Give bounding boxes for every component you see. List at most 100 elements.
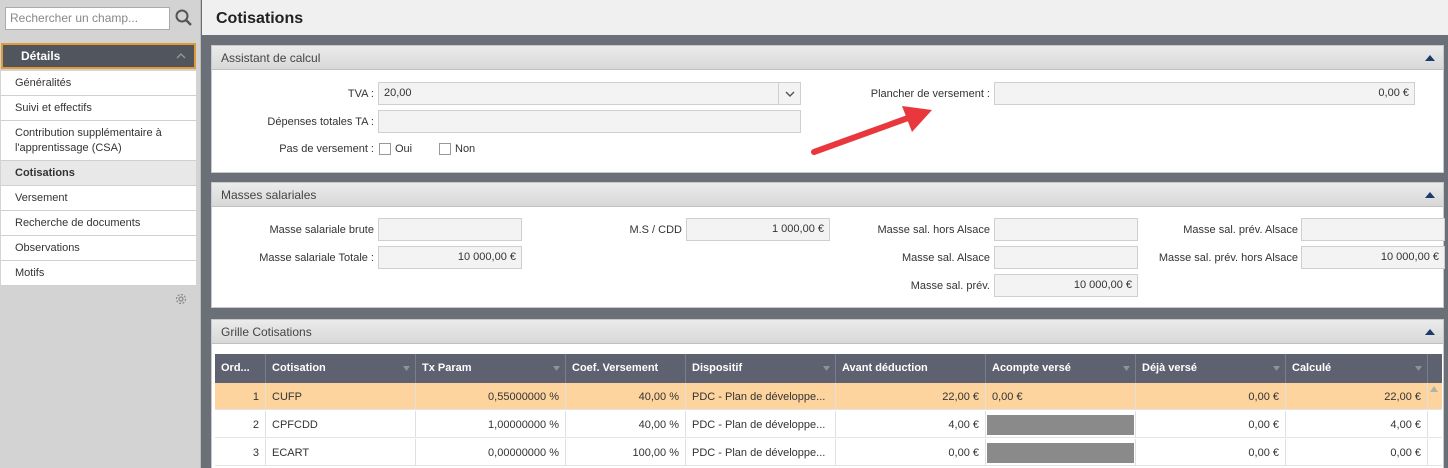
cell-coef: 40,00 %: [566, 411, 686, 438]
col-header-cotisation[interactable]: Cotisation: [266, 354, 416, 383]
cell-acompte-disabled: [987, 415, 1134, 435]
prev-field[interactable]: 10 000,00 €: [994, 274, 1138, 297]
sidebar-item-observations[interactable]: Observations: [1, 236, 196, 261]
cell-calcule: 4,00 €: [1286, 411, 1428, 438]
assistant-panel-header[interactable]: Assistant de calcul: [212, 46, 1443, 70]
sidebar-nav: Généralités Suivi et effectifs Contribut…: [1, 71, 196, 286]
hors-alsace-label: Masse sal. hors Alsace: [877, 224, 991, 236]
cell-cotisation: CPFCDD: [266, 411, 416, 438]
grille-panel-title: Grille Cotisations: [221, 325, 312, 339]
cell-calcule: 0,00 €: [1286, 439, 1428, 466]
depenses-field[interactable]: [378, 110, 801, 133]
prev-label: Masse sal. prév.: [910, 280, 990, 292]
cell-ordre: 2: [215, 411, 266, 438]
ms-cdd-label: M.S / CDD: [629, 224, 682, 236]
sidebar-item-suivi[interactable]: Suivi et effectifs: [1, 96, 196, 121]
cell-ordre: 3: [215, 439, 266, 466]
sort-icon: [1415, 366, 1422, 371]
chevron-down-icon[interactable]: [778, 83, 800, 104]
sort-icon: [823, 366, 830, 371]
sidebar-item-cotisations[interactable]: Cotisations: [1, 161, 196, 186]
sidebar-item-generalites[interactable]: Généralités: [1, 71, 196, 96]
col-header-tx-param[interactable]: Tx Param: [416, 354, 566, 383]
table-row[interactable]: 1 CUFP 0,55000000 % 40,00 % PDC - Plan d…: [215, 383, 1442, 410]
tva-value: 20,00: [384, 87, 412, 99]
sidebar-item-recherche-documents[interactable]: Recherche de documents: [1, 211, 196, 236]
table-row[interactable]: 3 ECART 0,00000000 % 100,00 % PDC - Plan…: [215, 439, 1442, 466]
cell-dispositif: PDC - Plan de développe...: [686, 439, 836, 466]
grille-panel: Grille Cotisations Ord... Cotisation Tx …: [211, 319, 1444, 468]
tva-label: TVA :: [347, 88, 374, 100]
cell-coef: 40,00 %: [566, 383, 686, 410]
col-header-dispositif[interactable]: Dispositif: [686, 354, 836, 383]
alsace-label: Masse sal. Alsace: [901, 252, 990, 264]
cell-acompte[interactable]: [986, 439, 1136, 466]
prev-alsace-field[interactable]: [1301, 218, 1445, 241]
cell-avant-deduction: 22,00 €: [836, 383, 986, 410]
non-label: Non: [455, 143, 476, 155]
ms-cdd-field[interactable]: 1 000,00 €: [686, 218, 830, 241]
alsace-field[interactable]: [994, 246, 1138, 269]
gear-icon[interactable]: [173, 291, 189, 307]
col-header-calcule[interactable]: Calculé: [1286, 354, 1428, 383]
cell-tx-param: 1,00000000 %: [416, 411, 566, 438]
oui-checkbox[interactable]: [379, 143, 391, 155]
cell-cotisation: CUFP: [266, 383, 416, 410]
vertical-scrollbar[interactable]: [1427, 380, 1441, 465]
page-title: Cotisations: [216, 10, 304, 27]
hors-alsace-field[interactable]: [994, 218, 1138, 241]
sort-icon: [1273, 366, 1280, 371]
page-header: Cotisations: [202, 0, 1448, 35]
sidebar-item-versement[interactable]: Versement: [1, 186, 196, 211]
cell-tx-param: 0,55000000 %: [416, 383, 566, 410]
cell-cotisation: ECART: [266, 439, 416, 466]
prev-hors-alsace-field[interactable]: 10 000,00 €: [1301, 246, 1445, 269]
col-header-avant-deduction[interactable]: Avant déduction: [836, 354, 986, 383]
col-header-ordre[interactable]: Ord...: [215, 354, 266, 383]
grid-header: Ord... Cotisation Tx Param Coef. Verseme…: [215, 354, 1442, 383]
cell-deja-verse: 0,00 €: [1136, 383, 1286, 410]
grille-panel-header[interactable]: Grille Cotisations: [212, 320, 1443, 344]
cell-acompte[interactable]: [986, 411, 1136, 438]
sidebar: Rechercher un champ... Détails Généralit…: [0, 0, 201, 468]
col-header-coef[interactable]: Coef. Versement: [566, 354, 686, 383]
oui-label: Oui: [395, 143, 413, 155]
search-icon[interactable]: [174, 8, 194, 28]
masses-panel-header[interactable]: Masses salariales: [212, 183, 1443, 207]
non-checkbox[interactable]: [439, 143, 451, 155]
depenses-label: Dépenses totales TA :: [267, 116, 374, 128]
table-row[interactable]: 2 CPFCDD 1,00000000 % 40,00 % PDC - Plan…: [215, 411, 1442, 438]
masses-panel-title: Masses salariales: [221, 188, 317, 202]
collapse-icon[interactable]: [1425, 192, 1435, 198]
plancher-field[interactable]: 0,00 €: [994, 82, 1415, 105]
prev-hors-alsace-label: Masse sal. prév. hors Alsace: [1158, 252, 1298, 264]
chevron-up-icon[interactable]: [173, 48, 189, 64]
cell-deja-verse: 0,00 €: [1136, 439, 1286, 466]
masses-panel: Masses salariales Masse salariale brute …: [211, 182, 1445, 308]
col-header-deja-verse[interactable]: Déjà versé: [1136, 354, 1286, 383]
sidebar-item-csa[interactable]: Contribution supplémentaire à l'apprenti…: [1, 121, 196, 161]
search-input[interactable]: Rechercher un champ...: [5, 7, 170, 30]
assistant-panel-title: Assistant de calcul: [221, 51, 321, 65]
cell-coef: 100,00 %: [566, 439, 686, 466]
ms-totale-field[interactable]: 10 000,00 €: [378, 246, 522, 269]
cell-avant-deduction: 4,00 €: [836, 411, 986, 438]
sort-icon: [1123, 366, 1130, 371]
prev-alsace-label: Masse sal. prév. Alsace: [1183, 224, 1298, 236]
tva-select[interactable]: 20,00: [378, 82, 801, 105]
col-header-acompte[interactable]: Acompte versé: [986, 354, 1136, 383]
cell-tx-param: 0,00000000 %: [416, 439, 566, 466]
cell-ordre: 1: [215, 383, 266, 410]
cell-acompte[interactable]: 0,00 €: [986, 383, 1136, 410]
collapse-icon[interactable]: [1425, 55, 1435, 61]
cell-dispositif: PDC - Plan de développe...: [686, 411, 836, 438]
cell-avant-deduction: 0,00 €: [836, 439, 986, 466]
sidebar-section-label: Détails: [21, 49, 61, 63]
ms-brute-field[interactable]: [378, 218, 522, 241]
plancher-label: Plancher de versement :: [870, 88, 990, 100]
cell-calcule: 22,00 €: [1286, 383, 1428, 410]
sidebar-item-motifs[interactable]: Motifs: [1, 261, 196, 286]
collapse-icon[interactable]: [1425, 329, 1435, 335]
sidebar-section-details[interactable]: Détails: [1, 43, 196, 69]
sort-icon: [553, 366, 560, 371]
